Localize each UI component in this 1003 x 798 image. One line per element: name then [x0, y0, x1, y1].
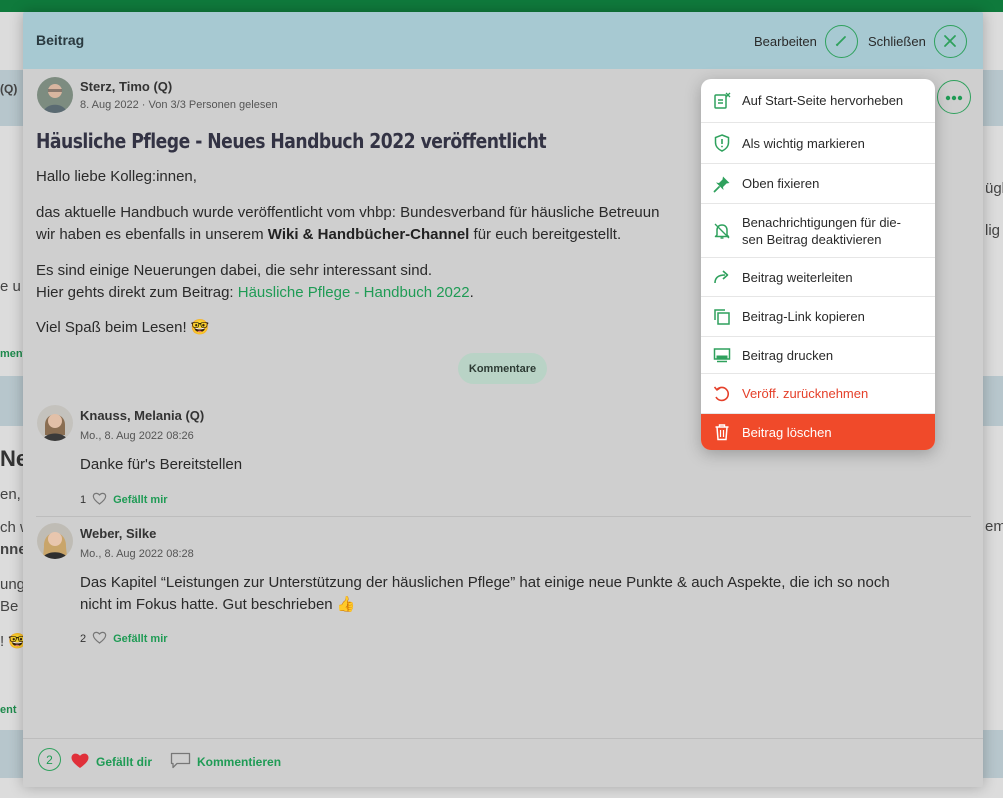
menu-item-label: Beitrag löschen — [742, 424, 832, 440]
menu-item-label: Veröff. zurücknehmen — [742, 386, 869, 401]
comment-like[interactable]: 2 Gefällt mir — [80, 631, 168, 647]
post-options-menu: Auf Start-Seite hervorheben Als wichtig … — [701, 79, 935, 450]
comment-like[interactable]: 1 Gefällt mir — [80, 492, 168, 508]
menu-item-label: Als wichtig markieren — [742, 135, 865, 151]
forward-icon — [713, 268, 731, 286]
close-button[interactable]: Schließen — [868, 24, 967, 58]
menu-item-label: Beitrag drucken — [742, 347, 834, 363]
background-text: ent — [0, 704, 17, 716]
comment-button[interactable]: Kommentieren — [170, 752, 281, 772]
comment-author[interactable]: Knauss, Melania (Q) — [80, 408, 204, 423]
divider — [36, 516, 971, 517]
more-options-button[interactable] — [937, 80, 971, 114]
read-status[interactable]: Von 3/3 Personen gelesen — [149, 99, 278, 111]
handbook-link[interactable]: Häusliche Pflege - Handbuch 2022 — [238, 284, 470, 301]
speech-bubble-icon[interactable] — [170, 752, 191, 772]
like-count: 1 — [80, 494, 87, 506]
comment-timestamp: Mo., 8. Aug 2022 08:26 — [80, 430, 194, 442]
menu-item-copy-link[interactable]: Beitrag-Link kopieren — [701, 297, 935, 337]
like-count: 2 — [80, 633, 87, 645]
background-text: Be — [0, 598, 19, 615]
menu-item-label: Beitrag weiterleiten — [742, 269, 853, 285]
paragraph-text: Hier gehts direkt zum Beitrag: — [36, 284, 238, 301]
modal-footer: 2 Gefällt dir Kommentieren — [23, 738, 983, 787]
bell-off-icon — [713, 222, 731, 240]
post-meta: 8. Aug 2022 · Von 3/3 Personen gelesen — [80, 99, 278, 111]
post-author[interactable]: Sterz, Timo (Q) — [80, 79, 172, 94]
undo-icon — [713, 385, 731, 403]
paragraph-text: für euch bereitgestellt. — [469, 226, 622, 243]
comment-text: Danke für's Bereitstellen — [80, 456, 243, 473]
background-text: ügl — [985, 180, 1003, 197]
menu-item-label: Beitrag-Link kopieren — [742, 309, 865, 324]
comments-toggle[interactable]: Kommentare — [458, 353, 547, 384]
print-icon — [713, 346, 731, 364]
like-button[interactable]: Gefällt mir — [113, 494, 167, 506]
menu-item-pin[interactable]: Oben fixieren — [701, 164, 935, 204]
comment-text: Das Kapitel “Leistungen zur Unterstützun… — [80, 572, 890, 616]
avatar[interactable] — [37, 77, 73, 113]
channel-name: Wiki & Handbücher-Channel — [267, 226, 470, 243]
comment-text-line: Das Kapitel “Leistungen zur Unterstützun… — [80, 574, 890, 591]
menu-item-delete[interactable]: Beitrag löschen — [701, 414, 935, 450]
heart-filled-icon[interactable] — [70, 752, 90, 772]
comment-label[interactable]: Kommentieren — [197, 755, 281, 769]
label-line: Benachrichtigungen für die- — [742, 214, 901, 230]
highlight-icon — [713, 92, 731, 110]
pin-icon — [713, 175, 731, 193]
close-label: Schließen — [868, 33, 926, 49]
copy-icon — [713, 308, 731, 326]
menu-item-print[interactable]: Beitrag drucken — [701, 337, 935, 374]
post-date: 8. Aug 2022 — [80, 99, 139, 111]
shield-icon — [713, 134, 731, 152]
liked-label[interactable]: Gefällt dir — [96, 755, 152, 769]
like-count-badge[interactable]: 2 — [38, 748, 61, 771]
menu-item-forward[interactable]: Beitrag weiterleiten — [701, 258, 935, 297]
post-closing: Viel Spaß beim Lesen! 🤓 — [36, 319, 210, 336]
background-text: en, — [0, 486, 21, 503]
label-line: sen Beitrag deaktivieren — [742, 231, 882, 247]
menu-item-unpublish[interactable]: Veröff. zurücknehmen — [701, 374, 935, 414]
pencil-icon[interactable] — [824, 24, 858, 58]
comment-timestamp: Mo., 8. Aug 2022 08:28 — [80, 548, 194, 560]
menu-item-mark-important[interactable]: Als wichtig markieren — [701, 123, 935, 164]
modal-title: Beitrag — [36, 32, 85, 48]
paragraph-text: . — [469, 284, 474, 301]
edit-button[interactable]: Bearbeiten — [754, 24, 858, 58]
edit-label: Bearbeiten — [754, 33, 817, 49]
app-top-bar — [0, 0, 1003, 12]
heart-outline-icon[interactable] — [92, 492, 107, 508]
post-paragraph: das aktuelle Handbuch wurde veröffentlic… — [36, 202, 659, 246]
avatar[interactable] — [37, 405, 73, 441]
menu-item-label: Benachrichtigungen für die- sen Beitrag … — [742, 214, 901, 248]
menu-item-mute-notifications[interactable]: Benachrichtigungen für die- sen Beitrag … — [701, 204, 935, 258]
background-text: lig — [985, 222, 1001, 239]
menu-item-highlight[interactable]: Auf Start-Seite hervorheben — [701, 79, 935, 123]
paragraph-text: das aktuelle Handbuch wurde veröffentlic… — [36, 204, 660, 221]
post-headline: Häusliche Pflege - Neues Handbuch 2022 v… — [36, 129, 547, 153]
background-text: em — [985, 518, 1003, 535]
paragraph-text: wir haben es ebenfalls in unserem — [36, 226, 268, 243]
comment-text-line: nicht im Fokus hatte. Gut beschrieben 👍 — [80, 596, 356, 613]
paragraph-text: Es sind einige Neuerungen dabei, die seh… — [36, 262, 433, 279]
menu-item-label: Auf Start-Seite hervorheben — [742, 93, 904, 108]
background-text: e u — [0, 278, 21, 295]
background-text: (Q) — [0, 82, 18, 96]
more-dots-icon — [945, 88, 963, 106]
post-paragraph: Es sind einige Neuerungen dabei, die seh… — [36, 260, 474, 304]
post-greeting: Hallo liebe Kolleg:innen, — [36, 168, 197, 185]
comment-author[interactable]: Weber, Silke — [80, 526, 156, 541]
like-button[interactable]: Gefällt mir — [113, 633, 167, 645]
modal-header: Beitrag Bearbeiten Schließen — [23, 12, 983, 69]
trash-icon — [713, 423, 731, 441]
liked-button[interactable]: Gefällt dir — [70, 752, 152, 772]
close-icon[interactable] — [933, 24, 967, 58]
meta-separator: · — [141, 99, 149, 111]
avatar[interactable] — [37, 523, 73, 559]
menu-item-label: Oben fixieren — [742, 176, 820, 191]
heart-outline-icon[interactable] — [92, 631, 107, 647]
